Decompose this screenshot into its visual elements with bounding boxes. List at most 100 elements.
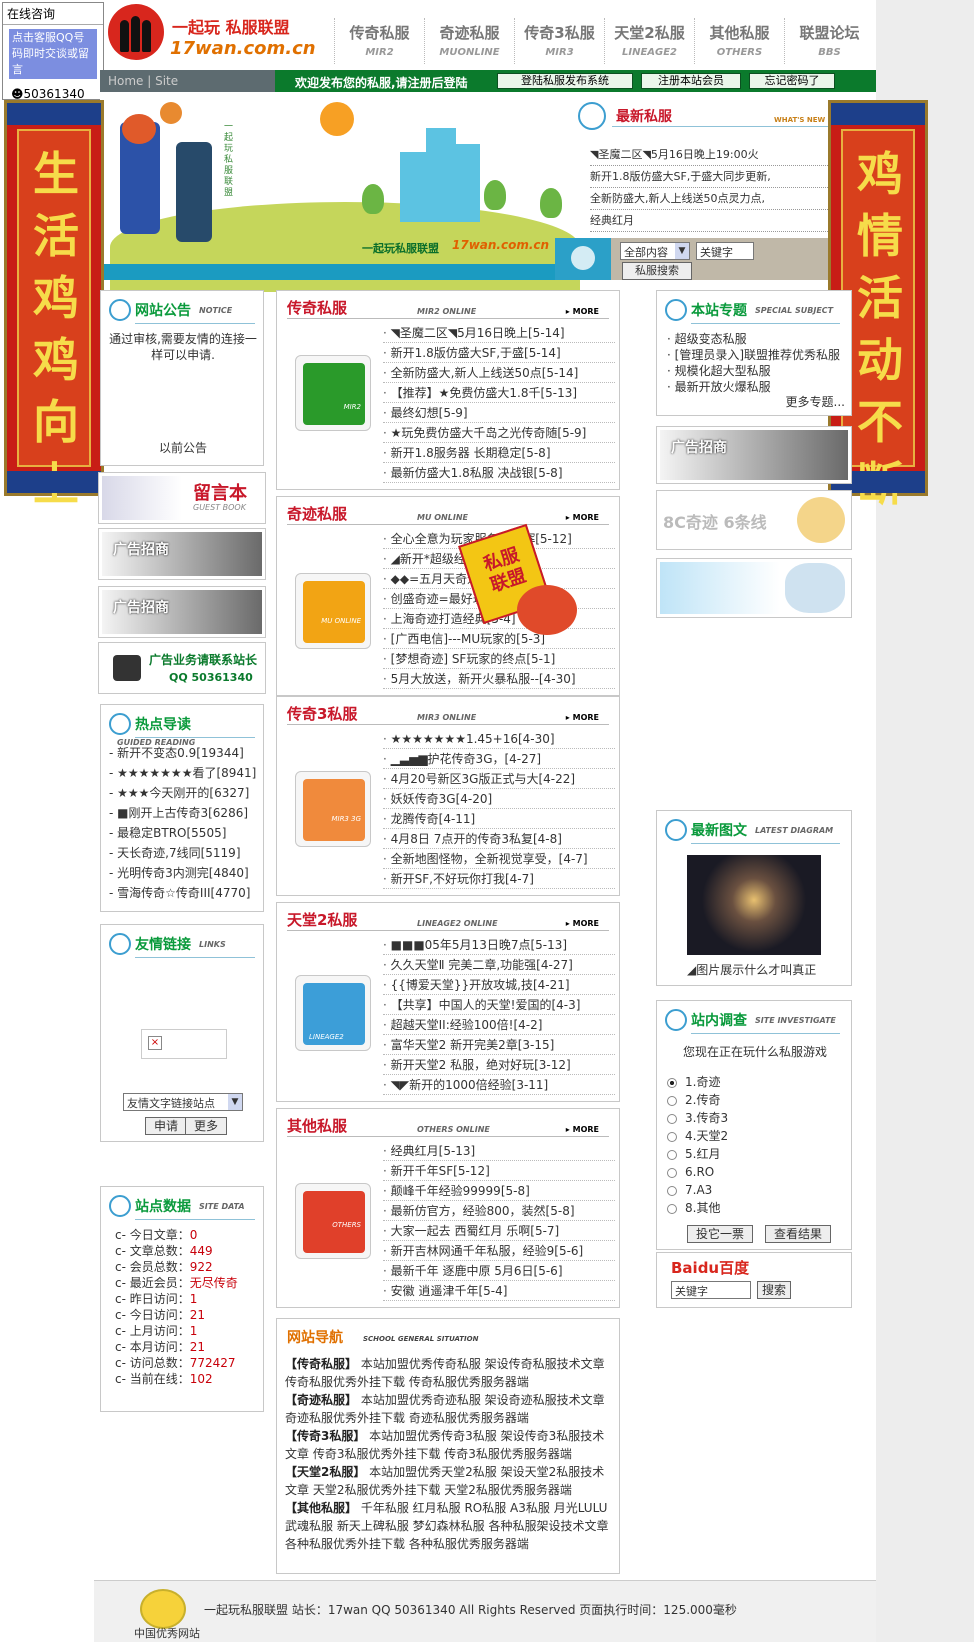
section-item[interactable]: 龙腾传奇[4-11] [383, 809, 615, 829]
section-more-link[interactable]: ▸ MORE [566, 919, 599, 928]
nav-bbs[interactable]: 联盟论坛 BBS [784, 18, 874, 64]
diagram-caption[interactable]: ◢图片展示什么才叫真正 [687, 961, 816, 978]
site-nav-row[interactable]: 【天堂2私服】 本站加盟优秀天堂2私服 架设天堂2私服技术文章 天堂2私服优秀外… [285, 1463, 613, 1499]
section-item[interactable]: 最新仿盛大1.8私服 决战银[5-8] [383, 463, 615, 483]
radio-button[interactable] [667, 1113, 677, 1124]
topic-item[interactable]: · [管理员录入]联盟推荐优秀私服 [667, 347, 840, 363]
vote-button[interactable]: 投它一票 [687, 1225, 754, 1243]
site-nav-row[interactable]: 【传奇3私服】 本站加盟优秀传奇3私服 架设传奇3私服技术文章 传奇3私服优秀外… [285, 1427, 613, 1463]
qq-chat-button[interactable]: 点击客服QQ号码即时交谈或留言 [9, 29, 97, 79]
radio-button[interactable] [667, 1167, 677, 1178]
poll-option[interactable]: 6.RO [667, 1163, 728, 1181]
section-item[interactable]: 4月8日 7点开的传奇3私复[4-8] [383, 829, 615, 849]
section-item[interactable]: 颠峰千年经验99999[5-8] [383, 1181, 615, 1201]
register-button[interactable]: 注册本站会员 [641, 73, 741, 89]
section-item[interactable]: ◥圣魔二区◥5月16日晚上[5-14] [383, 323, 615, 343]
section-more-link[interactable]: ▸ MORE [566, 1125, 599, 1134]
notice-more-link[interactable]: 以前公告 [101, 439, 265, 456]
section-item[interactable]: 【共享】中国人的天堂!爱国的[4-3] [383, 995, 615, 1015]
radio-button[interactable] [667, 1203, 677, 1214]
latest-item[interactable]: 新开1.8版仿盛大SF,于盛大同步更新, [590, 166, 862, 188]
login-publish-button[interactable]: 登陆私服发布系统 [497, 73, 633, 89]
section-item[interactable]: 富华天堂2 新开完美2章[3-15] [383, 1035, 615, 1055]
hot-item[interactable]: - 新开不变态0.9[19344] [109, 743, 256, 763]
poll-option[interactable]: 5.红月 [667, 1145, 728, 1163]
search-button[interactable]: 私服搜索 [622, 262, 692, 280]
radio-button[interactable] [667, 1149, 677, 1160]
logo-emblem[interactable] [108, 4, 164, 60]
excellent-site-badge[interactable] [140, 1589, 186, 1629]
section-item[interactable]: 安徽 逍遥津千年[5-4] [383, 1281, 615, 1301]
ad-anime-banner[interactable] [656, 558, 852, 618]
baidu-input[interactable]: 关键字 [671, 1281, 751, 1299]
ad-banner[interactable]: 广告招商 [98, 586, 266, 638]
radio-button[interactable] [667, 1131, 677, 1142]
site-nav-row[interactable]: 【其他私服】 千年私服 红月私服 RO私服 A3私服 月光LULU 武魂私服 新… [285, 1499, 613, 1553]
hot-item[interactable]: - ★★★今天刚开的[6327] [109, 783, 256, 803]
section-item[interactable]: ★玩免费仿盛大千岛之光传奇随[5-9] [383, 423, 615, 443]
links-select[interactable]: 友情文字链接站点 ▼ [123, 1093, 243, 1111]
latest-item[interactable]: 全新防盛大,新人上线送50点灵力点, [590, 188, 862, 210]
section-item[interactable]: 5月大放送，新开火暴私服--[4-30] [383, 669, 615, 689]
section-item[interactable]: [广西电信]---MU玩家的[5-3] [383, 629, 615, 649]
more-links-button[interactable]: 更多 [185, 1117, 228, 1135]
site-nav-row[interactable]: 【传奇私服】 本站加盟优秀传奇私服 架设传奇私服技术文章 传奇私服优秀外挂下载 … [285, 1355, 613, 1391]
radio-button[interactable] [667, 1095, 677, 1106]
hot-item[interactable]: - 雪海传奇☆传奇III[4770] [109, 883, 256, 903]
section-item[interactable]: ★★★★★★★1.45+16[4-30] [383, 729, 615, 749]
topic-item[interactable]: · 规模化超大型私服 [667, 363, 840, 379]
poll-option[interactable]: 4.天堂2 [667, 1127, 728, 1145]
section-item[interactable]: 新开千年SF[5-12] [383, 1161, 615, 1181]
nav-muonline[interactable]: 奇迹私服 MUONLINE [424, 18, 514, 64]
hot-item[interactable]: - 最稳定BTRO[5505] [109, 823, 256, 843]
nav-others[interactable]: 其他私服 OTHERS [694, 18, 784, 64]
latest-item[interactable]: 经典红月 [590, 210, 862, 232]
diagram-image[interactable] [687, 855, 821, 955]
baidu-logo[interactable]: Baidu百度 [671, 1257, 749, 1278]
home-site-links[interactable]: Home | Site [100, 70, 275, 92]
latest-item[interactable]: ◥圣魔二区◥5月16日晚上19:00火 [590, 144, 862, 166]
radio-button[interactable] [667, 1077, 677, 1088]
apply-link-button[interactable]: 申请 [145, 1117, 188, 1135]
baidu-search-button[interactable]: 搜索 [757, 1281, 792, 1299]
section-item[interactable]: 【推荐】★免费仿盛大1.8千[5-13] [383, 383, 615, 403]
section-item[interactable]: ◥◤新开的1000倍经验[3-11] [383, 1075, 615, 1095]
nav-mir2[interactable]: 传奇私服 MIR2 [334, 18, 424, 64]
poll-option[interactable]: 2.传奇 [667, 1091, 728, 1109]
section-more-link[interactable]: ▸ MORE [566, 713, 599, 722]
poll-option[interactable]: 7.A3 [667, 1181, 728, 1199]
section-item[interactable]: {{博爱天堂}}开放攻城,技[4-21] [383, 975, 615, 995]
section-item[interactable]: 超越天堂II:经验100倍![4-2] [383, 1015, 615, 1035]
forgot-password-button[interactable]: 忘记密码了 [749, 73, 835, 89]
hot-item[interactable]: - ★★★★★★★看了[8941] [109, 763, 256, 783]
hot-item[interactable]: - ■刚开上古传奇3[6286] [109, 803, 256, 823]
hot-item[interactable]: - 光明传奇3内测完[4840] [109, 863, 256, 883]
section-item[interactable]: 新开1.8版仿盛大SF,于盛[5-14] [383, 343, 615, 363]
section-item[interactable]: ■■■05年5月13日晚7点[5-13] [383, 935, 615, 955]
section-item[interactable]: 新开SF,不好玩你打我[4-7] [383, 869, 615, 889]
section-item[interactable]: 新开1.8服务器 长期稳定[5-8] [383, 443, 615, 463]
nav-lineage2[interactable]: 天堂2私服 LINEAGE2 [604, 18, 694, 64]
section-item[interactable]: 全新地图怪物，全新视觉享受，[4-7] [383, 849, 615, 869]
section-item[interactable]: 妖妖传奇3G[4-20] [383, 789, 615, 809]
section-more-link[interactable]: ▸ MORE [566, 307, 599, 316]
section-thumbnail[interactable]: MIR2 [295, 355, 371, 431]
search-category-select[interactable]: 全部内容 ▼ [620, 242, 690, 260]
view-results-button[interactable]: 查看结果 [765, 1225, 832, 1243]
poll-option[interactable]: 3.传奇3 [667, 1109, 728, 1127]
section-item[interactable]: 最新仿官方，经验800，装然[5-8] [383, 1201, 615, 1221]
section-thumbnail[interactable]: MIR3 3G [295, 771, 371, 847]
site-nav-row[interactable]: 【奇迹私服】 本站加盟优秀奇迹私服 架设奇迹私服技术文章 奇迹私服优秀外挂下载 … [285, 1391, 613, 1427]
topics-more-link[interactable]: 更多专题... [786, 393, 845, 410]
guestbook-banner[interactable]: 留言本 GUEST BOOK [98, 472, 266, 524]
section-thumbnail[interactable]: OTHERS [295, 1183, 371, 1259]
section-thumbnail[interactable]: LINEAGE2 [295, 975, 371, 1051]
search-input[interactable]: 关键字 [696, 242, 754, 260]
radio-button[interactable] [667, 1185, 677, 1196]
section-item[interactable]: 久久天堂Ⅱ 完美二章,功能强[4-27] [383, 955, 615, 975]
ad-banner[interactable]: 广告招商 [98, 528, 266, 580]
section-thumbnail[interactable]: MU ONLINE [295, 573, 371, 649]
section-more-link[interactable]: ▸ MORE [566, 513, 599, 522]
section-item[interactable]: 4月20号新区3G版正式与大[4-22] [383, 769, 615, 789]
section-item[interactable]: 最新千年 逐鹿中原 5月6日[5-6] [383, 1261, 615, 1281]
